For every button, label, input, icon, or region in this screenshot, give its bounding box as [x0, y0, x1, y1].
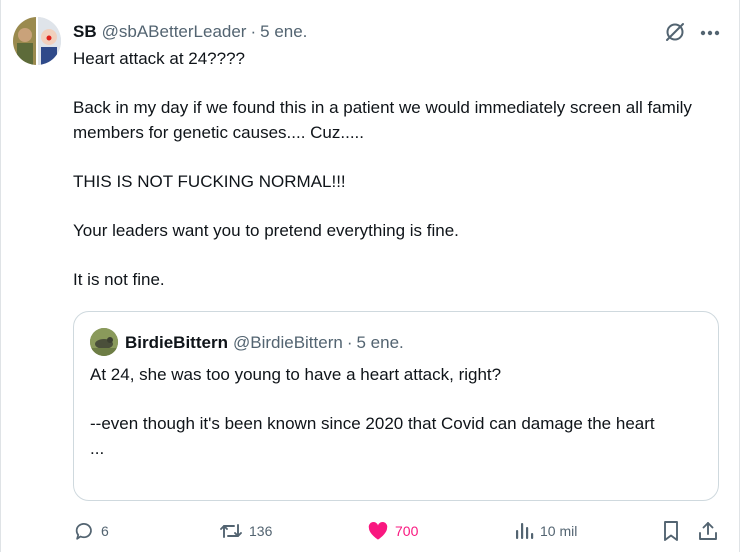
repost-count: 136 — [249, 523, 273, 539]
quoted-post-text: At 24, she was too young to have a heart… — [90, 365, 655, 458]
action-bar: 6 136 700 10 mil — [73, 518, 725, 544]
like-button[interactable]: 700 — [367, 518, 418, 544]
author-handle[interactable]: @sbABetterLeader — [102, 22, 247, 42]
share-icon — [697, 520, 719, 542]
views-count: 10 mil — [540, 523, 578, 539]
views-button[interactable]: 10 mil — [514, 518, 577, 544]
reply-button[interactable]: 6 — [73, 518, 109, 544]
more-icon[interactable] — [700, 26, 720, 38]
separator-dot: · — [250, 22, 257, 41]
quoted-post-date[interactable]: 5 ene. — [357, 333, 404, 353]
like-count: 700 — [395, 523, 419, 539]
post-date[interactable]: 5 ene. — [260, 22, 307, 42]
heart-icon — [367, 521, 389, 541]
quoted-post[interactable]: BirdieBittern @BirdieBittern · 5 ene. At… — [73, 311, 719, 501]
separator-dot: · — [346, 333, 353, 352]
bookmark-button[interactable] — [661, 518, 681, 544]
quoted-post-header: BirdieBittern @BirdieBittern · 5 ene. — [125, 332, 404, 354]
repost-button[interactable]: 136 — [219, 518, 272, 544]
bookmark-icon — [661, 520, 681, 542]
quoted-author-avatar[interactable] — [90, 328, 118, 356]
repost-icon — [219, 520, 243, 542]
views-icon — [514, 521, 534, 541]
post-card: SB @sbABetterLeader · 5 ene. Heart attac… — [0, 0, 740, 552]
post-text: Heart attack at 24???? Back in my day if… — [73, 49, 692, 289]
reply-count: 6 — [101, 523, 109, 539]
post-header: SB @sbABetterLeader · 5 ene. — [73, 20, 307, 44]
author-avatar[interactable] — [13, 17, 61, 65]
share-button[interactable] — [697, 518, 719, 544]
reply-icon — [73, 520, 95, 542]
author-name[interactable]: SB — [73, 22, 97, 42]
quoted-author-name[interactable]: BirdieBittern — [125, 333, 228, 353]
quoted-author-handle[interactable]: @BirdieBittern — [233, 333, 343, 353]
grok-icon[interactable] — [664, 21, 686, 43]
